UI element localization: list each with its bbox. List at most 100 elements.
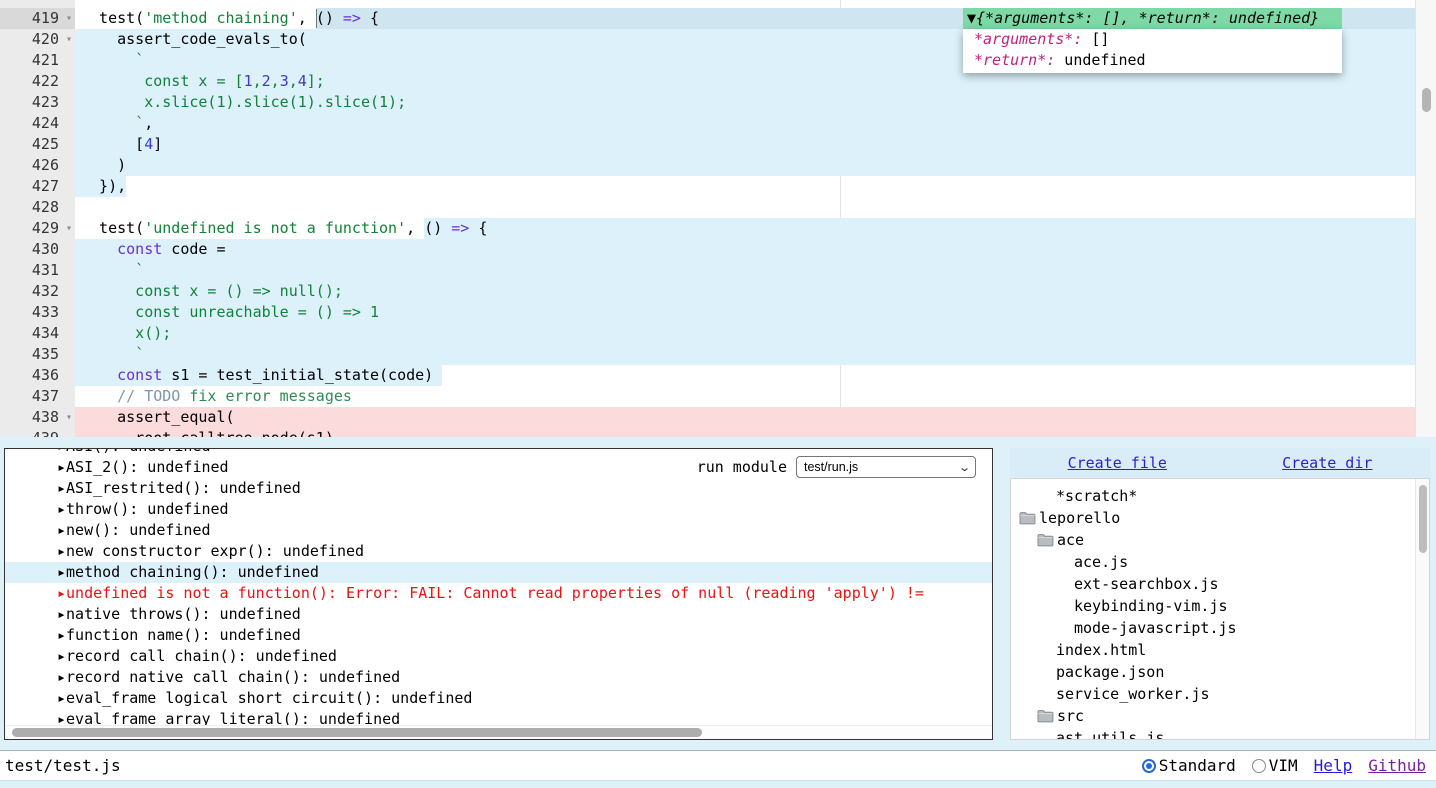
test-result-row[interactable]: ▸record call chain(): undefined <box>5 646 992 667</box>
code-line[interactable]: 438▾ assert_equal( <box>0 407 1415 428</box>
file-tree-folder[interactable]: ace <box>1011 529 1429 551</box>
code-line[interactable]: 431 ` <box>0 260 1415 281</box>
fold-toggle-icon[interactable]: ▾ <box>66 8 72 29</box>
file-tree-file[interactable]: ast_utils.js <box>1011 727 1429 740</box>
code-line-content[interactable]: x(); <box>75 323 1415 344</box>
test-result-row[interactable]: ▸function name(): undefined <box>5 625 992 646</box>
output-horizontal-scrollbar[interactable] <box>5 725 992 739</box>
file-tree-file[interactable]: ace.js <box>1011 551 1429 573</box>
test-result-row[interactable]: ▸new constructor expr(): undefined <box>5 541 992 562</box>
editor-vertical-scrollbar[interactable] <box>1415 0 1436 437</box>
code-line[interactable]: 422 const x = [1,2,3,4]; <box>0 71 1415 92</box>
file-tree-file[interactable]: ext-searchbox.js <box>1011 573 1429 595</box>
code-line[interactable]: 432 const x = () => null(); <box>0 281 1415 302</box>
code-line[interactable]: 434 x(); <box>0 323 1415 344</box>
file-tree-folder[interactable]: src <box>1011 705 1429 727</box>
code-line[interactable]: 437 // TODO fix error messages <box>0 386 1415 407</box>
test-result-row[interactable]: ▸throw(): undefined <box>5 499 992 520</box>
editor-scrollbar-thumb[interactable] <box>1422 88 1431 112</box>
create-dir-link[interactable]: Create dir <box>1282 454 1372 472</box>
test-result-row[interactable]: ▸eval_frame logical short circuit(): und… <box>5 688 992 709</box>
code-line-content[interactable]: ) <box>75 155 1415 176</box>
code-line-content[interactable]: const s1 = test_initial_state(code) <box>75 365 1415 386</box>
code-line[interactable]: 428 <box>0 197 1415 218</box>
vim-radio[interactable] <box>1252 759 1266 773</box>
test-result-row[interactable]: ▸record native call chain(): undefined <box>5 667 992 688</box>
line-number[interactable]: 434 <box>0 323 75 344</box>
line-number[interactable]: 438▾ <box>0 407 75 428</box>
code-line-content[interactable]: const x = () => null(); <box>75 281 1415 302</box>
line-number[interactable]: 422 <box>0 71 75 92</box>
code-line-content[interactable]: const x = [1,2,3,4]; <box>75 71 1415 92</box>
line-number[interactable]: 437 <box>0 386 75 407</box>
code-line[interactable]: 429▾ test('undefined is not a function',… <box>0 218 1415 239</box>
code-line[interactable]: 425 [4] <box>0 134 1415 155</box>
code-line-content[interactable]: test('undefined is not a function', () =… <box>75 218 1415 239</box>
file-tree-file[interactable]: *scratch* <box>1011 485 1429 507</box>
code-line[interactable]: 439 root_calltree_node(s1) <box>0 428 1415 437</box>
line-number[interactable]: 419▾ <box>0 8 75 29</box>
code-line[interactable]: 427 }), <box>0 176 1415 197</box>
code-line-content[interactable]: // TODO fix error messages <box>75 386 1415 407</box>
line-number[interactable]: 428 <box>0 197 75 218</box>
code-line[interactable]: 430 const code = <box>0 239 1415 260</box>
code-line[interactable]: 426 ) <box>0 155 1415 176</box>
line-number[interactable]: 421 <box>0 50 75 71</box>
code-line[interactable]: 424 `, <box>0 113 1415 134</box>
fold-toggle-icon[interactable]: ▾ <box>66 407 72 428</box>
standard-radio[interactable] <box>1142 759 1156 773</box>
code-line-content[interactable]: const unreachable = () => 1 <box>75 302 1415 323</box>
code-line-content[interactable]: root_calltree_node(s1) <box>75 428 1415 437</box>
file-tree-vertical-scrollbar[interactable] <box>1415 479 1429 739</box>
code-line[interactable]: 436 const s1 = test_initial_state(code) <box>0 365 1415 386</box>
code-line[interactable]: 433 const unreachable = () => 1 <box>0 302 1415 323</box>
keybinding-standard-option[interactable]: Standard <box>1142 756 1236 775</box>
keybinding-vim-option[interactable]: VIM <box>1252 756 1298 775</box>
code-line-content[interactable]: const code = <box>75 239 1415 260</box>
code-line-content[interactable]: assert_equal( <box>75 407 1415 428</box>
file-tree-file[interactable]: keybinding-vim.js <box>1011 595 1429 617</box>
github-link[interactable]: Github <box>1368 756 1426 775</box>
line-number[interactable]: 425 <box>0 134 75 155</box>
line-number[interactable]: 420▾ <box>0 29 75 50</box>
code-line-content[interactable]: [4] <box>75 134 1415 155</box>
test-output-panel[interactable]: ▸ASI(): undefined▸ASI_2(): undefined▸ASI… <box>4 448 993 740</box>
line-number[interactable]: 435 <box>0 344 75 365</box>
line-number[interactable]: 423 <box>0 92 75 113</box>
inspector-summary-row[interactable]: ▼{*arguments*: [], *return*: undefined} <box>963 8 1342 29</box>
line-number[interactable]: 439 <box>0 428 75 437</box>
code-line-content[interactable]: }), <box>75 176 1415 197</box>
line-number[interactable]: 436 <box>0 365 75 386</box>
file-tree-file[interactable]: mode-javascript.js <box>1011 617 1429 639</box>
code-line-content[interactable]: ` <box>75 260 1415 281</box>
code-line[interactable]: 435 ` <box>0 344 1415 365</box>
test-result-row[interactable]: ▸method chaining(): undefined <box>5 562 992 583</box>
line-number[interactable]: 433 <box>0 302 75 323</box>
file-tree-scrollbar-thumb[interactable] <box>1419 485 1427 553</box>
line-number[interactable]: 431 <box>0 260 75 281</box>
fold-toggle-icon[interactable]: ▾ <box>66 218 72 239</box>
file-tree-file[interactable]: index.html <box>1011 639 1429 661</box>
code-line-content[interactable]: ` <box>75 344 1415 365</box>
fold-toggle-icon[interactable]: ▾ <box>66 29 72 50</box>
line-number[interactable]: 427 <box>0 176 75 197</box>
test-result-row[interactable]: ▸new(): undefined <box>5 520 992 541</box>
line-number[interactable]: 426 <box>0 155 75 176</box>
file-tree[interactable]: *scratch*leporelloaceace.jsext-searchbox… <box>1010 478 1430 740</box>
code-line-content[interactable] <box>75 197 1415 218</box>
line-number[interactable]: 424 <box>0 113 75 134</box>
code-line-content[interactable]: `, <box>75 113 1415 134</box>
test-result-row[interactable]: ▸ASI_restrited(): undefined <box>5 478 992 499</box>
line-number[interactable]: 430 <box>0 239 75 260</box>
line-number[interactable]: 432 <box>0 281 75 302</box>
code-line-content[interactable]: x.slice(1).slice(1).slice(1); <box>75 92 1415 113</box>
help-link[interactable]: Help <box>1314 756 1353 775</box>
output-scrollbar-thumb[interactable] <box>12 728 702 737</box>
file-tree-file[interactable]: service_worker.js <box>1011 683 1429 705</box>
file-tree-folder[interactable]: leporello <box>1011 507 1429 529</box>
test-result-row[interactable]: ▸undefined is not a function(): Error: F… <box>5 583 992 604</box>
test-result-row[interactable]: ▸native throws(): undefined <box>5 604 992 625</box>
code-line[interactable]: 423 x.slice(1).slice(1).slice(1); <box>0 92 1415 113</box>
file-tree-file[interactable]: package.json <box>1011 661 1429 683</box>
run-module-select[interactable]: test/run.js ⌄ <box>796 456 976 478</box>
